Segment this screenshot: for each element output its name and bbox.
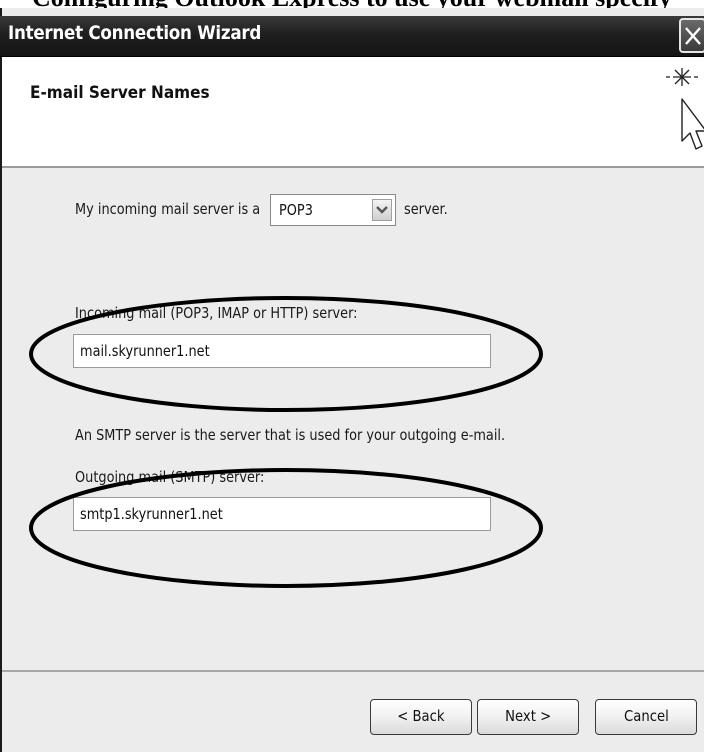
smtp-description: An SMTP server is the server that is use… <box>75 426 506 444</box>
wizard-cursor-icon <box>666 68 704 150</box>
wizard-header: E-mail Server Names <box>2 57 704 168</box>
wizard-body <box>2 168 704 670</box>
outgoing-server-value: smtp1.skyrunner1.net <box>80 505 223 523</box>
incoming-server-label: Incoming mail (POP3, IMAP or HTTP) serve… <box>75 304 358 322</box>
back-button-label: < Back <box>397 707 445 725</box>
page-title: E-mail Server Names <box>30 83 210 103</box>
server-type-select[interactable]: POP3 <box>270 194 396 226</box>
incoming-server-input[interactable]: mail.skyrunner1.net <box>73 334 491 368</box>
incoming-type-label: My incoming mail server is a <box>75 200 261 218</box>
outgoing-server-label: Outgoing mail (SMTP) server: <box>75 468 265 486</box>
dropdown-button[interactable] <box>372 199 392 221</box>
back-button[interactable]: < Back <box>370 699 472 735</box>
chevron-down-icon <box>376 206 388 214</box>
title-bar[interactable]: Internet Connection Wizard <box>0 16 704 57</box>
incoming-server-value: mail.skyrunner1.net <box>80 342 210 360</box>
screenshot-root: Configuring Outlook Express to use your … <box>0 0 704 752</box>
cancel-button[interactable]: Cancel <box>595 699 697 735</box>
window-title: Internet Connection Wizard <box>8 22 262 44</box>
close-x-icon <box>685 27 701 45</box>
server-suffix-label: server. <box>404 200 448 218</box>
server-type-value: POP3 <box>279 201 313 219</box>
next-button-label: Next > <box>504 707 552 725</box>
next-button[interactable]: Next > <box>477 699 579 735</box>
outgoing-server-input[interactable]: smtp1.skyrunner1.net <box>73 497 491 531</box>
close-button[interactable] <box>679 18 704 53</box>
cancel-button-label: Cancel <box>623 707 669 725</box>
